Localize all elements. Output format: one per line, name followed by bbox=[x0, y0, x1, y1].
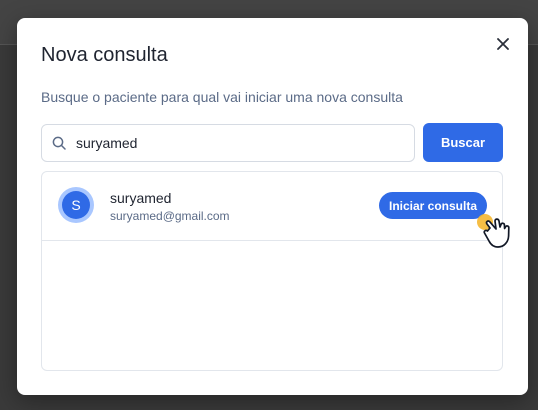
start-consultation-button[interactable]: Iniciar consulta bbox=[379, 192, 487, 219]
patient-name: suryamed bbox=[110, 190, 172, 206]
close-button[interactable] bbox=[494, 35, 512, 53]
search-input[interactable] bbox=[74, 134, 398, 152]
search-field[interactable] bbox=[41, 124, 415, 162]
avatar: S bbox=[58, 187, 94, 223]
close-icon bbox=[497, 38, 509, 50]
modal-subtitle: Busque o paciente para qual vai iniciar … bbox=[41, 89, 403, 105]
new-consultation-modal: Nova consulta Busque o paciente para qua… bbox=[17, 18, 528, 395]
search-button[interactable]: Buscar bbox=[423, 123, 503, 162]
search-icon bbox=[52, 136, 66, 150]
list-item: S suryamed suryamed@gmail.com Iniciar co… bbox=[42, 172, 502, 241]
modal-title: Nova consulta bbox=[41, 44, 168, 66]
results-list: S suryamed suryamed@gmail.com Iniciar co… bbox=[41, 171, 503, 371]
patient-email: suryamed@gmail.com bbox=[110, 209, 230, 223]
avatar-initial: S bbox=[62, 191, 90, 219]
hand-pointer-icon bbox=[477, 214, 510, 248]
